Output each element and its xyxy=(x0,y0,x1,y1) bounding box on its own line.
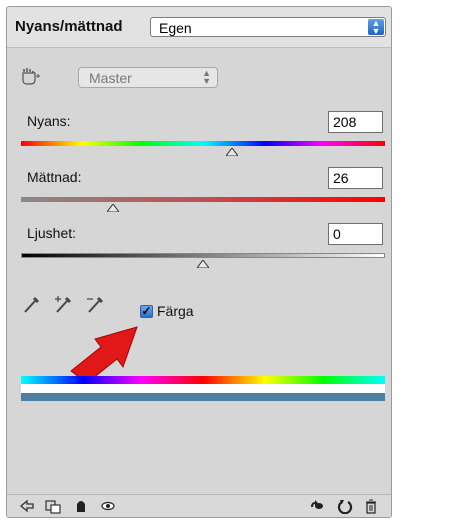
eyedropper-add-icon[interactable] xyxy=(53,293,75,315)
preset-select[interactable]: Egen ▲ ▼ xyxy=(150,17,386,37)
targeted-adjustment-hand-icon[interactable] xyxy=(21,68,41,86)
hue-slider-thumb[interactable] xyxy=(226,148,238,156)
view-previous-icon[interactable] xyxy=(309,498,325,514)
hue-input[interactable]: 208 xyxy=(328,111,383,133)
channel-select[interactable]: Master ▲ ▼ xyxy=(78,67,218,88)
lightness-input[interactable]: 0 xyxy=(328,223,383,245)
select-arrows-icon: ▲ ▼ xyxy=(202,68,211,86)
lightness-label: Ljushet: xyxy=(27,225,77,241)
visibility-eye-icon[interactable] xyxy=(100,498,116,514)
hue-saturation-panel: Nyans/mättnad Egen ▲ ▼ Master ▲ ▼ Nyans: 2… xyxy=(6,6,392,518)
annotation-arrow-icon xyxy=(70,326,138,381)
hue-label: Nyans: xyxy=(27,113,71,129)
panel-footer xyxy=(7,494,391,517)
trash-icon[interactable] xyxy=(363,498,379,514)
panel-title: Nyans/mättnad xyxy=(15,18,123,35)
select-arrows-icon: ▲ ▼ xyxy=(368,19,384,36)
color-spectrum-bar xyxy=(21,376,385,384)
adjusted-spectrum-bar xyxy=(21,393,385,401)
saturation-label: Mättnad: xyxy=(27,169,82,185)
visibility-toggle-icon[interactable] xyxy=(73,498,89,514)
panel-header: Nyans/mättnad Egen ▲ ▼ xyxy=(7,7,391,48)
spectrum-separator xyxy=(21,384,385,393)
reset-icon[interactable] xyxy=(337,498,353,514)
colorize-label[interactable]: Färga xyxy=(157,303,194,319)
saturation-input[interactable]: 26 xyxy=(328,167,383,189)
clip-to-layer-icon[interactable] xyxy=(45,498,61,514)
hue-track[interactable] xyxy=(21,141,385,146)
back-icon[interactable] xyxy=(19,498,35,514)
eyedropper-icon[interactable] xyxy=(21,293,43,315)
colorize-checkbox[interactable]: ✓ xyxy=(140,305,153,318)
saturation-track[interactable] xyxy=(21,197,385,202)
lightness-slider-thumb[interactable] xyxy=(197,260,209,268)
eyedropper-subtract-icon[interactable] xyxy=(85,293,107,315)
lightness-track[interactable] xyxy=(21,253,385,258)
preset-value: Egen xyxy=(159,20,192,36)
saturation-slider-thumb[interactable] xyxy=(107,204,119,212)
channel-value: Master xyxy=(89,70,132,86)
